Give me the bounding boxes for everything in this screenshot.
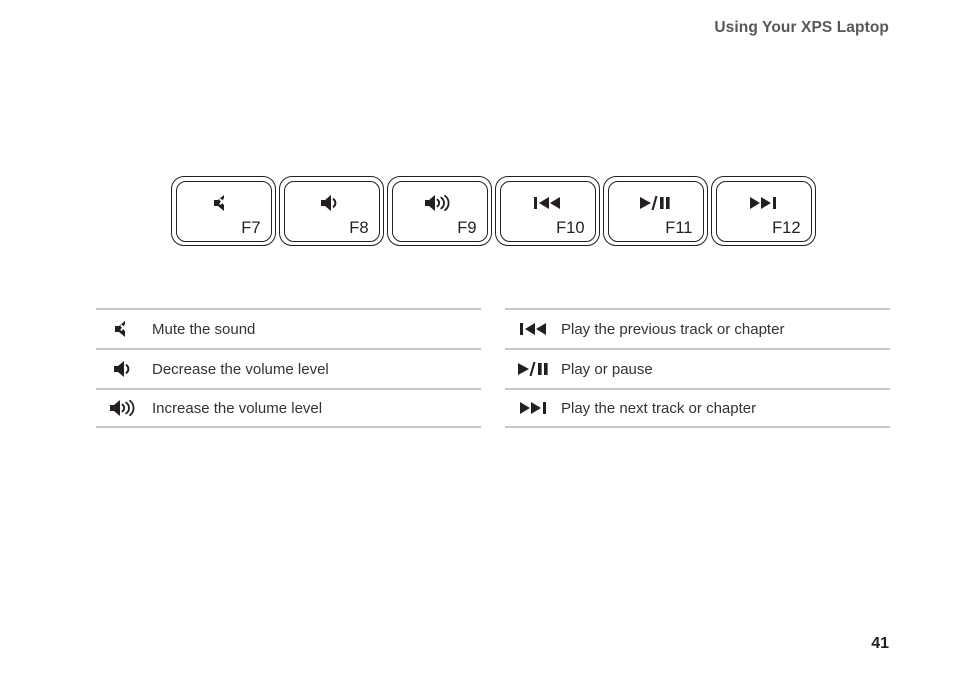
keycap-f11-face: F11: [607, 180, 704, 242]
legend-label: Mute the sound: [152, 320, 256, 338]
keycap-f12-face: F12: [715, 180, 812, 242]
previous-track-icon: [501, 191, 595, 215]
table-row: Play the previous track or chapter: [505, 308, 890, 348]
keycap-f11[interactable]: F11: [603, 176, 708, 246]
previous-track-icon: [505, 321, 561, 337]
legend-label: Increase the volume level: [152, 399, 323, 417]
keycap-f10-face: F10: [499, 180, 596, 242]
volume-down-icon: [96, 360, 152, 378]
keycap-f12[interactable]: F12: [711, 176, 816, 246]
page-number: 41: [871, 635, 889, 652]
table-row: Play the next track or chapter: [505, 388, 890, 428]
keycap-f7-label: F7: [241, 219, 261, 237]
play-pause-icon: [505, 361, 561, 377]
legend-table-media: Play the previous track or chapter Play …: [505, 308, 890, 428]
volume-down-icon: [285, 191, 379, 215]
table-row: Decrease the volume level: [96, 348, 481, 388]
legend-table-volume: Mute the sound Decrease the volume level…: [96, 308, 481, 428]
keycap-f7[interactable]: F7: [171, 176, 276, 246]
keycap-f9[interactable]: F9: [387, 176, 492, 246]
legend-label: Play the next track or chapter: [561, 399, 757, 417]
table-row: Play or pause: [505, 348, 890, 388]
keycap-f9-face: F9: [391, 180, 488, 242]
function-key-row: F7 F8 F9 F10 F11 F12: [171, 176, 816, 246]
keycap-f8[interactable]: F8: [279, 176, 384, 246]
keycap-f10-label: F10: [556, 219, 585, 237]
legend-label: Play or pause: [561, 360, 653, 378]
keycap-f8-label: F8: [349, 219, 369, 237]
play-pause-icon: [609, 191, 703, 215]
volume-up-icon: [393, 191, 487, 215]
keycap-f12-label: F12: [772, 219, 801, 237]
next-track-icon: [505, 400, 561, 416]
keycap-f7-face: F7: [175, 180, 272, 242]
keycap-f10[interactable]: F10: [495, 176, 600, 246]
volume-up-icon: [96, 399, 152, 417]
table-row: Mute the sound: [96, 308, 481, 348]
legend-label: Decrease the volume level: [152, 360, 329, 378]
keycap-f11-label: F11: [665, 219, 693, 237]
next-track-icon: [717, 191, 811, 215]
table-row: Increase the volume level: [96, 388, 481, 428]
volume-mute-icon: [96, 320, 152, 338]
volume-mute-icon: [177, 191, 271, 215]
legend-label: Play the previous track or chapter: [561, 320, 785, 338]
keycap-f9-label: F9: [457, 219, 477, 237]
keycap-f8-face: F8: [283, 180, 380, 242]
page-title: Using Your XPS Laptop: [714, 19, 889, 36]
